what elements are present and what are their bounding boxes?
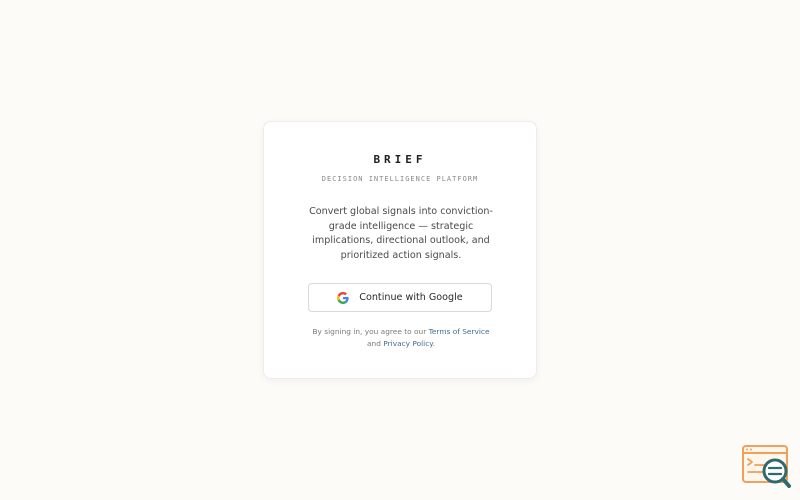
privacy-policy-link[interactable]: Privacy Policy xyxy=(383,339,432,348)
sign-in-card: BRIEF DECISION INTELLIGENCE PLATFORM Con… xyxy=(263,121,537,379)
brand-tagline: DECISION INTELLIGENCE PLATFORM xyxy=(321,175,479,183)
sign-in-page: BRIEF DECISION INTELLIGENCE PLATFORM Con… xyxy=(0,0,800,500)
legal-notice: By signing in, you agree to our Terms of… xyxy=(294,326,508,349)
brand-name: BRIEF xyxy=(373,153,427,166)
search-window-icon[interactable] xyxy=(742,445,792,489)
google-button-label: Continue with Google xyxy=(359,292,463,303)
continue-with-google-button[interactable]: Continue with Google xyxy=(308,283,492,312)
product-description: Convert global signals into conviction-g… xyxy=(309,206,493,261)
terms-of-service-link[interactable]: Terms of Service xyxy=(429,327,490,336)
legal-prefix: By signing in, you agree to our xyxy=(312,327,427,336)
legal-conjunction: and xyxy=(367,338,381,348)
google-g-icon xyxy=(337,291,349,304)
legal-suffix: . xyxy=(432,338,435,348)
